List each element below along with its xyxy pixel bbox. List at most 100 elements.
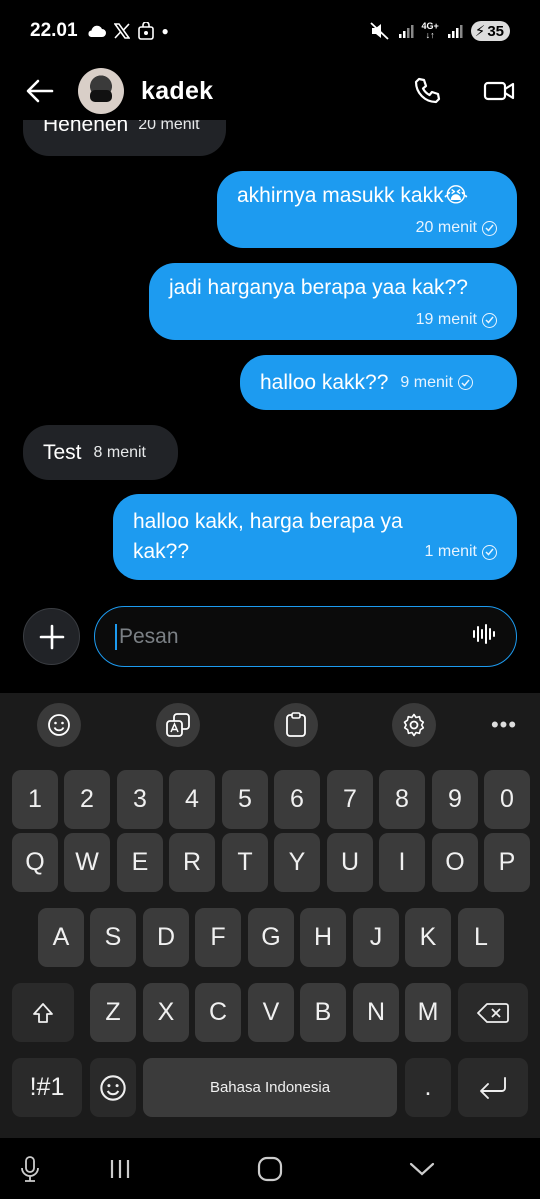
message-incoming[interactable]: Test 8 menit xyxy=(23,425,178,480)
key-m[interactable]: M xyxy=(405,983,451,1042)
keyboard-toolbar: ••• xyxy=(0,693,540,757)
chat-header: kadek xyxy=(0,62,540,120)
message-outgoing[interactable]: halloo kakk, harga berapa ya kak?? 1 men… xyxy=(113,494,517,580)
mute-icon xyxy=(369,22,390,40)
arrow-left-icon xyxy=(26,79,54,103)
key-q[interactable]: Q xyxy=(12,833,58,892)
key-7[interactable]: 7 xyxy=(327,770,373,829)
symbols-key[interactable]: !#1 xyxy=(12,1058,82,1117)
video-call-button[interactable] xyxy=(482,74,516,108)
clock: 22.01 xyxy=(30,20,78,41)
message-time: 9 menit xyxy=(400,373,453,391)
on-screen-keyboard: ••• 1234567890 QWERTYUIOP ASDFGHJKL ZXCVBNM… xyxy=(0,693,540,1138)
space-key[interactable]: Bahasa Indonesia xyxy=(143,1058,397,1117)
key-d[interactable]: D xyxy=(143,908,189,967)
message-outgoing[interactable]: akhirnya masukk kakk😭 20 menit xyxy=(217,171,517,248)
hide-keyboard-button[interactable] xyxy=(402,1152,442,1186)
key-n[interactable]: N xyxy=(353,983,399,1042)
enter-key[interactable] xyxy=(458,1058,528,1117)
signal-1-icon xyxy=(398,23,414,39)
emoji-toolbar-button[interactable] xyxy=(37,703,81,747)
message-input[interactable] xyxy=(119,624,472,649)
cloud-icon xyxy=(86,24,106,38)
key-1[interactable]: 1 xyxy=(12,770,58,829)
key-k[interactable]: K xyxy=(405,908,451,967)
emoji-key[interactable] xyxy=(90,1058,136,1117)
translate-toolbar-button[interactable] xyxy=(156,703,200,747)
message-outgoing[interactable]: halloo kakk?? 9 menit xyxy=(240,355,517,410)
read-check-icon xyxy=(482,544,497,560)
voice-call-button[interactable] xyxy=(410,74,444,108)
key-l[interactable]: L xyxy=(458,908,504,967)
key-8[interactable]: 8 xyxy=(379,770,425,829)
contact-name[interactable]: kadek xyxy=(141,77,213,106)
translate-icon xyxy=(166,713,190,737)
keyboard-mic-button[interactable] xyxy=(10,1152,50,1186)
avatar[interactable] xyxy=(78,68,124,114)
add-attachment-button[interactable] xyxy=(23,608,80,665)
message-time: 19 menit xyxy=(415,311,477,328)
key-z[interactable]: Z xyxy=(90,983,136,1042)
signal-2-icon xyxy=(447,23,463,39)
message-outgoing[interactable]: jadi harganya berapa yaa kak?? 19 menit xyxy=(149,263,517,340)
key-i[interactable]: I xyxy=(379,833,425,892)
message-text: Heheheh xyxy=(43,120,129,136)
key-a[interactable]: A xyxy=(38,908,84,967)
chevron-down-icon xyxy=(409,1162,435,1176)
message-text: halloo kakk, harga berapa ya xyxy=(133,510,403,533)
key-h[interactable]: H xyxy=(300,908,346,967)
key-u[interactable]: U xyxy=(327,833,373,892)
key-t[interactable]: T xyxy=(222,833,268,892)
message-incoming-partial[interactable]: Heheheh 20 menit xyxy=(23,120,226,156)
network-type: 4G+ ↓↑ xyxy=(421,21,439,40)
message-time: 1 menit xyxy=(424,543,477,560)
voice-waveform-icon[interactable] xyxy=(472,622,496,651)
backspace-key[interactable] xyxy=(458,983,528,1042)
key-o[interactable]: O xyxy=(432,833,478,892)
recent-apps-button[interactable] xyxy=(100,1152,140,1186)
message-text: kak?? xyxy=(133,540,190,563)
key-s[interactable]: S xyxy=(90,908,136,967)
text-cursor xyxy=(115,623,117,650)
backspace-icon xyxy=(477,1002,509,1023)
x-app-icon xyxy=(113,23,130,39)
plus-icon xyxy=(39,624,64,649)
message-list[interactable]: Heheheh 20 menit akhirnya masukk kakk😭 2… xyxy=(0,120,540,598)
key-0[interactable]: 0 xyxy=(484,770,530,829)
key-y[interactable]: Y xyxy=(274,833,320,892)
key-b[interactable]: B xyxy=(300,983,346,1042)
key-w[interactable]: W xyxy=(64,833,110,892)
video-camera-icon xyxy=(483,81,515,101)
key-f[interactable]: F xyxy=(195,908,241,967)
key-6[interactable]: 6 xyxy=(274,770,320,829)
key-p[interactable]: P xyxy=(484,833,530,892)
key-e[interactable]: E xyxy=(117,833,163,892)
message-time: 8 menit xyxy=(93,443,146,461)
key-2[interactable]: 2 xyxy=(64,770,110,829)
key-v[interactable]: V xyxy=(248,983,294,1042)
message-input-box[interactable] xyxy=(94,606,517,667)
composer xyxy=(0,602,540,672)
message-time: 20 menit xyxy=(415,219,477,236)
phone-icon xyxy=(414,77,441,104)
key-4[interactable]: 4 xyxy=(169,770,215,829)
back-button[interactable] xyxy=(22,73,58,109)
more-options-icon[interactable]: ••• xyxy=(482,703,526,747)
clipboard-toolbar-button[interactable] xyxy=(274,703,318,747)
key-g[interactable]: G xyxy=(248,908,294,967)
clipboard-icon xyxy=(286,712,306,737)
key-5[interactable]: 5 xyxy=(222,770,268,829)
shift-key[interactable] xyxy=(12,983,74,1042)
smiley-icon xyxy=(48,714,70,736)
period-key[interactable]: . xyxy=(405,1058,451,1117)
key-9[interactable]: 9 xyxy=(432,770,478,829)
key-x[interactable]: X xyxy=(143,983,189,1042)
key-3[interactable]: 3 xyxy=(117,770,163,829)
home-button[interactable] xyxy=(250,1152,290,1186)
key-j[interactable]: J xyxy=(353,908,399,967)
smiley-icon xyxy=(100,1074,126,1101)
enter-icon xyxy=(480,1076,506,1099)
key-r[interactable]: R xyxy=(169,833,215,892)
settings-toolbar-button[interactable] xyxy=(392,703,436,747)
key-c[interactable]: C xyxy=(195,983,241,1042)
